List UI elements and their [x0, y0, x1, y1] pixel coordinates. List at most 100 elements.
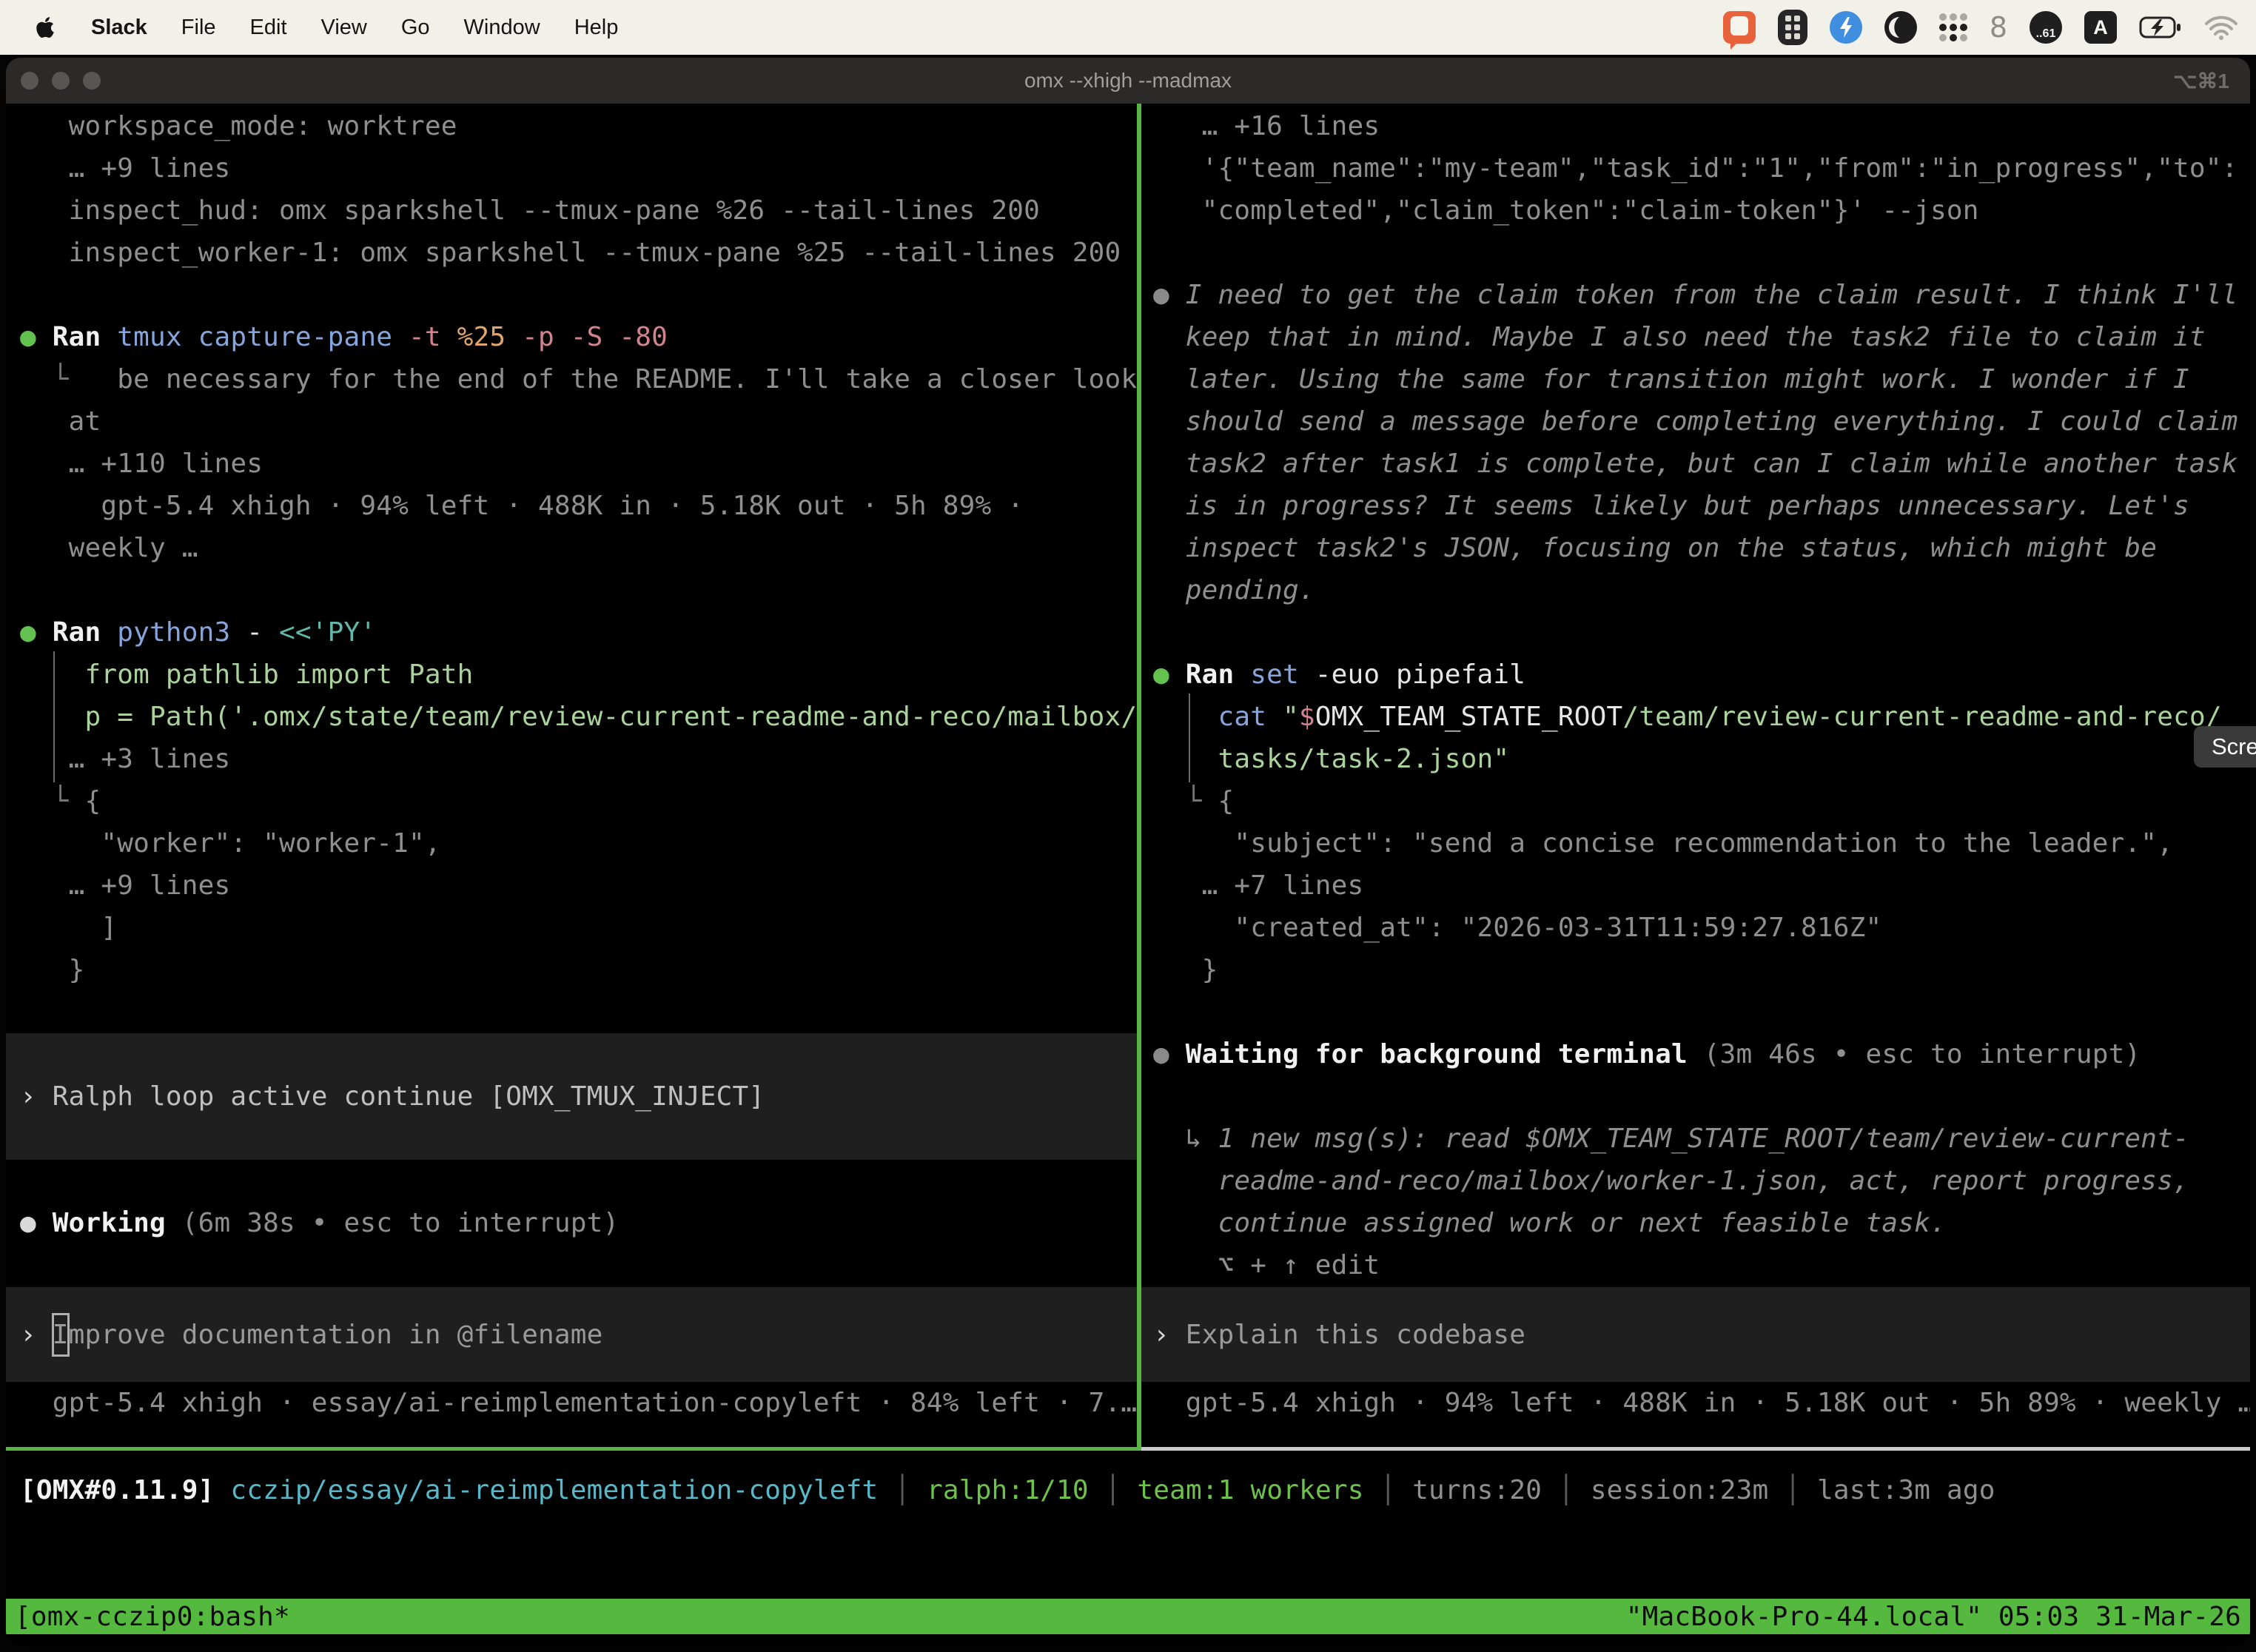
terminal-line: ⌥ + ↑ edit — [1141, 1244, 2250, 1286]
terminal-line: … +9 lines — [6, 864, 1137, 907]
terminal-line: later. Using the same for transition mig… — [1141, 358, 2250, 400]
terminal-line: "created_at": "2026-03-31T11:59:27.816Z" — [1141, 907, 2250, 949]
menu-item-edit[interactable]: Edit — [233, 16, 304, 39]
screenshot-chat-icon[interactable] — [1723, 11, 1756, 44]
omx-status-line: [OMX#0.11.9] cczip/essay/ai-reimplementa… — [6, 1469, 2250, 1511]
menu-item-help[interactable]: Help — [557, 16, 636, 39]
terminal-line: task2 after task1 is complete, but can I… — [1141, 443, 2250, 485]
pane-border-bottom-left — [6, 1447, 1141, 1451]
menu-item-file[interactable]: File — [164, 16, 233, 39]
terminal-line — [6, 569, 1137, 611]
terminal-line: weekly … — [6, 527, 1137, 569]
terminal-line: cat "$OMX_TEAM_STATE_ROOT/team/review-cu… — [1141, 696, 2250, 738]
tmux-session-label: [omx-cczip0:bash* — [15, 1596, 290, 1638]
terminal-line: } — [6, 949, 1137, 991]
screenshot-tooltip-label: Scre — [2212, 733, 2256, 760]
screenshot-tooltip: Scre — [2194, 726, 2256, 768]
terminal-line: … +3 lines — [6, 738, 1137, 780]
terminal-line: p = Path('.omx/state/team/review-current… — [6, 696, 1137, 738]
terminal-line: └ { — [1141, 780, 2250, 822]
terminal-line: readme-and-reco/mailbox/worker-1.json, a… — [1141, 1160, 2250, 1202]
terminal-line: continue assigned work or next feasible … — [1141, 1202, 2250, 1244]
terminal-window: omx --xhigh --madmax ⌥⌘1 workspace_mode:… — [6, 58, 2250, 1646]
tmux-host-clock: "MacBook-Pro-44.local" 05:03 31-Mar-26 — [1626, 1596, 2241, 1638]
terminal-line — [6, 1033, 1137, 1075]
menu-item-window[interactable]: Window — [447, 16, 557, 39]
battery-gauge-icon[interactable]: ..61 — [2030, 11, 2062, 44]
terminal-line: … +110 lines — [6, 443, 1137, 485]
terminal-line — [6, 991, 1137, 1033]
grid-shield-icon[interactable] — [1778, 10, 1807, 45]
window-title: omx --xhigh --madmax — [1024, 69, 1232, 93]
terminal-line: └ be necessary for the end of the README… — [6, 358, 1137, 400]
window-shortcut-hint: ⌥⌘1 — [2173, 69, 2229, 93]
terminal-line — [1141, 232, 2250, 274]
menu-left: SlackFileEditViewGoWindowHelp — [0, 16, 635, 40]
tmux-pane-left[interactable]: workspace_mode: worktree … +9 lines insp… — [6, 104, 1137, 1447]
terminal-line: ● Ran set -euo pipefail — [1141, 654, 2250, 696]
terminal-line: is in progress? It seems likely but perh… — [1141, 485, 2250, 527]
terminal-line: "worker": "worker-1", — [6, 822, 1137, 864]
terminal-line — [1141, 991, 2250, 1033]
terminal-line: › Ralph loop active continue [OMX_TMUX_I… — [6, 1075, 1137, 1118]
terminal-line: ] — [6, 907, 1137, 949]
terminal-line — [6, 1244, 1137, 1286]
terminal-line — [1141, 1075, 2250, 1118]
terminal-line: inspect task2's JSON, focusing on the st… — [1141, 527, 2250, 569]
terminal-line: ● Ran python3 - <<'PY' — [6, 611, 1137, 654]
menu-item-view[interactable]: View — [304, 16, 384, 39]
apple-menu-icon[interactable] — [36, 16, 55, 39]
prompt-input[interactable]: › Explain this codebase — [1141, 1287, 2250, 1382]
menu-item-slack[interactable]: Slack — [74, 16, 164, 39]
terminal-line: inspect_worker-1: omx sparkshell --tmux-… — [6, 232, 1137, 274]
terminal-line: ● Working (6m 38s • esc to interrupt) — [6, 1202, 1137, 1244]
battery-icon[interactable] — [2139, 16, 2182, 38]
terminal-line: inspect_hud: omx sparkshell --tmux-pane … — [6, 189, 1137, 232]
tmux-pane-right[interactable]: … +16 lines '{"team_name":"my-team","tas… — [1141, 104, 2250, 1447]
terminal-line: at — [6, 400, 1137, 443]
menu-item-go[interactable]: Go — [384, 16, 447, 39]
figure-eight-icon[interactable]: 8 — [1990, 11, 2007, 44]
terminal-line: tasks/task-2.json" — [1141, 738, 2250, 780]
menubar-status-icons: 8 ..61 A — [1723, 10, 2256, 45]
terminal-line — [6, 1118, 1137, 1160]
terminal-line: ↳ 1 new msg(s): read $OMX_TEAM_STATE_ROO… — [1141, 1118, 2250, 1160]
terminal-line — [6, 1160, 1137, 1202]
terminal-line: } — [1141, 949, 2250, 991]
menu-items: SlackFileEditViewGoWindowHelp — [74, 16, 635, 40]
terminal-line: keep that in mind. Maybe I also need the… — [1141, 316, 2250, 358]
bolt-circle-icon[interactable] — [1830, 11, 1862, 44]
pane-border-bottom-right — [1141, 1447, 2250, 1451]
macos-menu-bar: SlackFileEditViewGoWindowHelp 8 ..61 A — [0, 0, 2256, 55]
terminal-line: should send a message before completing … — [1141, 400, 2250, 443]
window-title-bar: omx --xhigh --madmax ⌥⌘1 — [6, 58, 2250, 104]
terminal-line: ● Ran tmux capture-pane -t %25 -p -S -80 — [6, 316, 1137, 358]
terminal-line: └ { — [6, 780, 1137, 822]
terminal-line: "completed","claim_token":"claim-token"}… — [1141, 189, 2250, 232]
terminal-line: '{"team_name":"my-team","task_id":"1","f… — [1141, 147, 2250, 189]
terminal-line: workspace_mode: worktree — [6, 105, 1137, 147]
terminal-line — [1141, 611, 2250, 654]
close-button[interactable] — [21, 72, 38, 90]
terminal-line — [6, 274, 1137, 316]
terminal-line: "subject": "send a concise recommendatio… — [1141, 822, 2250, 864]
terminal-line: … +16 lines — [1141, 105, 2250, 147]
moon-circle-icon[interactable] — [1884, 11, 1917, 44]
wifi-icon[interactable] — [2204, 15, 2238, 40]
terminal-line: gpt-5.4 xhigh · 94% left · 488K in · 5.1… — [6, 485, 1137, 527]
input-source-icon[interactable]: A — [2084, 11, 2117, 44]
terminal-line: pending. — [1141, 569, 2250, 611]
terminal-line: ● Waiting for background terminal (3m 46… — [1141, 1033, 2250, 1075]
tmux-status-bar: [omx-cczip0:bash* "MacBook-Pro-44.local"… — [6, 1599, 2250, 1634]
pane-status-line: gpt-5.4 xhigh · essay/ai-reimplementatio… — [6, 1382, 1137, 1424]
prompt-input[interactable]: › Improve documentation in @filename — [6, 1287, 1137, 1382]
terminal-content: workspace_mode: worktree … +9 lines insp… — [6, 104, 2250, 1646]
terminal-line: ● I need to get the claim token from the… — [1141, 274, 2250, 316]
terminal-line: … +9 lines — [6, 147, 1137, 189]
zoom-button[interactable] — [83, 72, 101, 90]
terminal-line: from pathlib import Path — [6, 654, 1137, 696]
terminal-line: … +7 lines — [1141, 864, 2250, 907]
pane-status-line: gpt-5.4 xhigh · 94% left · 488K in · 5.1… — [1141, 1382, 2250, 1424]
dots-grid-icon[interactable] — [1939, 13, 1967, 41]
minimize-button[interactable] — [52, 72, 70, 90]
